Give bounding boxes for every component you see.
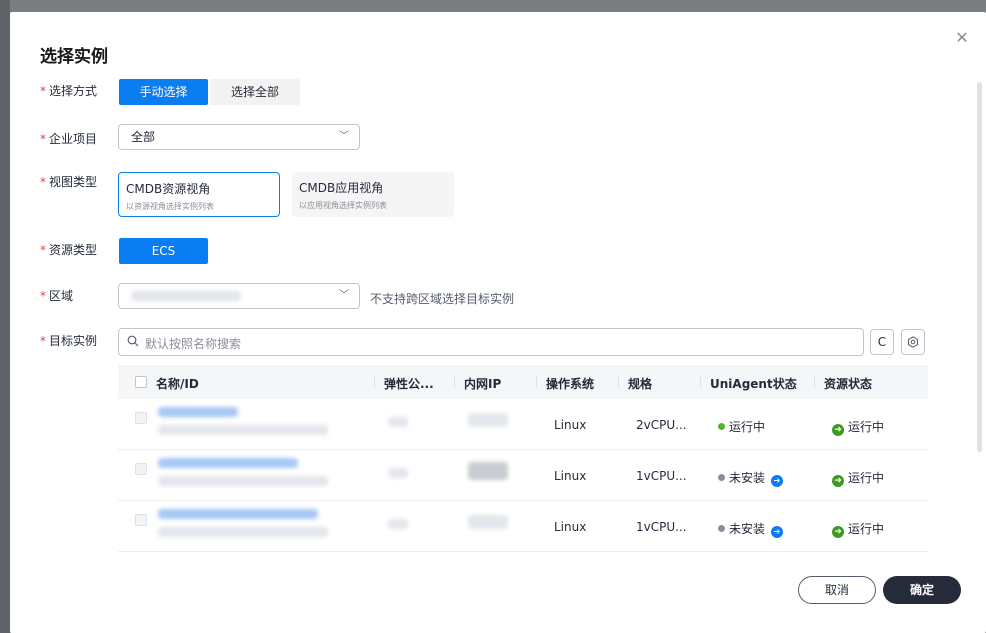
uniagent-status: 未安装 ➔ <box>718 469 784 487</box>
ecs-button[interactable]: ECS <box>119 238 208 264</box>
os-value: Linux <box>554 418 587 432</box>
target-instance-label: * 目标实例 <box>40 334 98 348</box>
select-all-button[interactable]: 选择全部 <box>210 79 300 105</box>
table-row[interactable]: Linux 2vCPU... 运行中 ➜ 运行中 <box>118 399 928 450</box>
uniagent-status: 未安装 ➔ <box>718 520 784 538</box>
table-row[interactable]: Linux 1vCPU... 未安装 ➔ ➜ 运行中 <box>118 501 928 552</box>
resource-type-label: * 资源类型 <box>40 243 98 257</box>
enterprise-project-select[interactable]: 全部 ﹀ <box>118 124 360 150</box>
status-dot-running <box>718 423 725 430</box>
install-icon[interactable]: ➔ <box>771 526 784 538</box>
instance-name-link-redacted[interactable] <box>158 458 298 468</box>
card-title: CMDB资源视角 <box>126 182 211 196</box>
row-checkbox[interactable] <box>135 412 147 424</box>
chevron-down-icon: ﹀ <box>339 131 349 142</box>
running-icon: ➜ <box>832 424 844 436</box>
resource-status: ➜ 运行中 <box>832 469 884 487</box>
eip-redacted <box>388 468 408 478</box>
select-all-checkbox[interactable] <box>135 376 147 388</box>
instance-name-link-redacted[interactable] <box>158 407 238 417</box>
install-icon[interactable]: ➔ <box>771 475 784 487</box>
refresh-button[interactable]: C <box>870 329 894 355</box>
resource-status: ➜ 运行中 <box>832 520 884 538</box>
settings-button[interactable] <box>901 329 925 355</box>
col-name-id: 名称/ID <box>156 377 199 391</box>
required-mark: * <box>40 243 46 257</box>
col-private-ip: 内网IP <box>464 377 502 391</box>
required-mark: * <box>40 84 46 98</box>
card-subtitle: 以资源视角选择实例列表 <box>126 202 214 211</box>
close-icon[interactable]: ✕ <box>954 30 970 46</box>
select-mode-label: * 选择方式 <box>40 84 98 98</box>
private-ip-redacted <box>468 413 508 427</box>
enterprise-project-value: 全部 <box>131 130 156 144</box>
region-select[interactable]: ﹀ <box>118 283 360 309</box>
spec-value: 1vCPU... <box>636 520 687 534</box>
enterprise-project-label: * 企业项目 <box>40 132 98 146</box>
column-divider <box>618 376 619 388</box>
resource-status: ➜ 运行中 <box>832 418 884 436</box>
instance-id-redacted <box>158 476 328 486</box>
col-spec: 规格 <box>628 377 653 391</box>
instance-id-redacted <box>158 425 328 435</box>
card-title: CMDB应用视角 <box>299 181 384 195</box>
card-subtitle: 以应用视角选择实例列表 <box>299 201 387 210</box>
eip-redacted <box>388 519 408 529</box>
column-divider <box>536 376 537 388</box>
running-icon: ➜ <box>832 526 844 538</box>
spec-value: 1vCPU... <box>636 469 687 483</box>
row-checkbox[interactable] <box>135 463 147 475</box>
col-os: 操作系统 <box>546 377 595 391</box>
private-ip-redacted <box>468 462 508 480</box>
view-type-label: * 视图类型 <box>40 175 98 189</box>
settings-icon <box>908 336 918 348</box>
dialog-title: 选择实例 <box>40 47 108 67</box>
table-header: 名称/ID 弹性公... 内网IP 操作系统 规格 UniAgent状态 资源状… <box>118 365 928 399</box>
column-divider <box>700 376 701 388</box>
confirm-button[interactable]: 确定 <box>883 576 961 604</box>
required-mark: * <box>40 175 46 189</box>
instance-table: 名称/ID 弹性公... 内网IP 操作系统 规格 UniAgent状态 资源状… <box>118 365 928 552</box>
private-ip-redacted <box>468 515 508 529</box>
status-dot-not-installed <box>718 525 725 532</box>
os-value: Linux <box>554 469 587 483</box>
required-mark: * <box>40 289 46 303</box>
col-resource-status: 资源状态 <box>824 377 873 391</box>
required-mark: * <box>40 132 46 146</box>
column-divider <box>374 376 375 388</box>
instance-name-link-redacted[interactable] <box>158 509 318 519</box>
cancel-button[interactable]: 取消 <box>798 576 876 604</box>
running-icon: ➜ <box>832 475 844 487</box>
search-icon <box>127 335 139 347</box>
instance-search-input[interactable]: 默认按照名称搜索 <box>118 328 864 356</box>
instance-id-redacted <box>158 527 328 537</box>
background-page <box>0 0 10 633</box>
os-value: Linux <box>554 520 587 534</box>
region-hint: 不支持跨区域选择目标实例 <box>370 292 515 306</box>
column-divider <box>454 376 455 388</box>
col-eip: 弹性公... <box>384 377 434 391</box>
cmdb-app-view-card[interactable]: CMDB应用视角 以应用视角选择实例列表 <box>292 172 454 217</box>
table-row[interactable]: Linux 1vCPU... 未安装 ➔ ➜ 运行中 <box>118 450 928 501</box>
search-placeholder: 默认按照名称搜索 <box>145 337 242 351</box>
spec-value: 2vCPU... <box>636 418 687 432</box>
refresh-icon: C <box>877 335 887 349</box>
select-instance-dialog: 选择实例 ✕ * 选择方式 手动选择 选择全部 * 企业项目 全部 ﹀ * 视图类型 … <box>10 12 986 633</box>
status-dot-not-installed <box>718 474 725 481</box>
eip-redacted <box>388 417 408 427</box>
row-checkbox[interactable] <box>135 514 147 526</box>
manual-select-button[interactable]: 手动选择 <box>119 79 208 105</box>
column-divider <box>814 376 815 388</box>
uniagent-status: 运行中 <box>718 418 765 435</box>
required-mark: * <box>40 334 46 348</box>
dialog-scrollbar[interactable] <box>977 82 982 452</box>
cmdb-resource-view-card[interactable]: CMDB资源视角 以资源视角选择实例列表 <box>118 172 280 217</box>
chevron-down-icon: ﹀ <box>339 290 349 301</box>
col-uniagent-status: UniAgent状态 <box>710 377 797 391</box>
region-value-redacted <box>131 291 241 301</box>
region-label: * 区域 <box>40 289 74 303</box>
